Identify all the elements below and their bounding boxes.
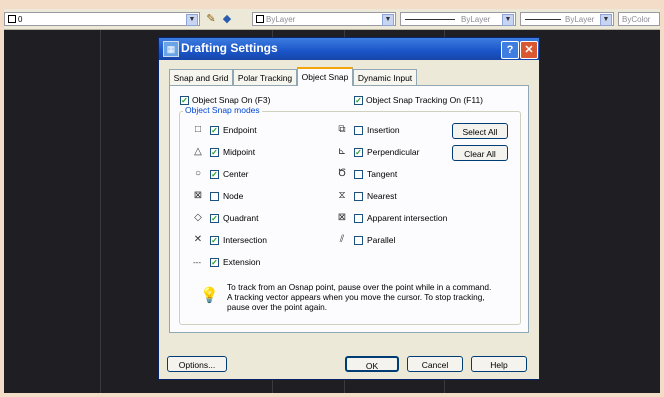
grid-line	[100, 30, 101, 393]
chevron-down-icon[interactable]: ▼	[502, 14, 514, 26]
ok-button[interactable]: OK	[345, 356, 399, 372]
tangent-label: Tangent	[367, 169, 398, 179]
apparent-intersection-label: Apparent intersection	[367, 213, 448, 223]
help-button[interactable]: Help	[471, 356, 527, 372]
tab-dynamic-input[interactable]: Dynamic Input	[353, 69, 417, 85]
node-symbol-icon: ⊠	[193, 190, 203, 201]
intersection-label: Intersection	[223, 235, 267, 245]
layer-combo[interactable]: 0 ▼	[4, 12, 200, 26]
options-button[interactable]: Options...	[167, 356, 227, 372]
endpoint-label: Endpoint	[223, 125, 257, 135]
linetype-sample	[405, 19, 455, 20]
otrack-on-checkbox[interactable]: ✓	[354, 96, 363, 105]
nearest-checkbox[interactable]	[354, 192, 363, 201]
group-title: Object Snap modes	[183, 105, 262, 115]
quadrant-label: Quadrant	[223, 213, 259, 223]
parallel-label: Parallel	[367, 235, 396, 245]
parallel-checkbox[interactable]	[354, 236, 363, 245]
color-swatch-icon	[256, 15, 264, 23]
layer-swatch-icon	[8, 15, 16, 23]
nearest-symbol-icon: ⧖	[338, 190, 346, 201]
center-checkbox[interactable]: ✓	[210, 170, 219, 179]
dialog-titlebar[interactable]: ▦ Drafting Settings ? ✕	[159, 38, 539, 60]
otrack-on-label: Object Snap Tracking On (F11)	[366, 95, 484, 105]
color-combo[interactable]: ByLayer ▼	[252, 12, 396, 26]
parallel-symbol-icon: ⫽	[339, 234, 345, 245]
extension-label: Extension	[223, 257, 261, 267]
perpendicular-label: Perpendicular	[367, 147, 420, 157]
make-current-layer-icon[interactable]: ✎	[204, 12, 218, 26]
insertion-symbol-icon: ⧉	[338, 124, 346, 135]
extension-checkbox[interactable]: ✓	[210, 258, 219, 267]
perpendicular-checkbox[interactable]: ✓	[354, 148, 363, 157]
endpoint-checkbox[interactable]: ✓	[210, 126, 219, 135]
app-icon: ▦	[163, 41, 179, 57]
osnap-on-checkbox[interactable]: ✓	[180, 96, 189, 105]
tab-object-snap[interactable]: Object Snap	[297, 67, 353, 86]
tracking-hint: To track from an Osnap point, pause over…	[227, 282, 492, 312]
properties-toolbar: 0 ▼ ✎ ◆ ByLayer ▼ ByLayer ▼ ByLayer ▼ By…	[4, 9, 660, 30]
color-value: ByLayer	[266, 15, 296, 24]
linetype-combo[interactable]: ByLayer ▼	[400, 12, 516, 26]
midpoint-checkbox[interactable]: ✓	[210, 148, 219, 157]
intersection-symbol-icon: ✕	[193, 234, 203, 245]
tangent-checkbox[interactable]	[354, 170, 363, 179]
dialog-title: Drafting Settings	[181, 41, 278, 55]
cancel-button[interactable]: Cancel	[407, 356, 463, 372]
midpoint-symbol-icon: △	[194, 146, 202, 157]
center-label: Center	[223, 169, 249, 179]
insertion-checkbox[interactable]	[354, 126, 363, 135]
chevron-down-icon[interactable]: ▼	[382, 14, 394, 26]
osnap-on-label: Object Snap On (F3)	[192, 95, 271, 105]
lineweight-sample	[525, 19, 561, 20]
linetype-value: ByLayer	[461, 15, 491, 24]
nearest-label: Nearest	[367, 191, 397, 201]
plotstyle-combo[interactable]: ByColor	[618, 12, 660, 26]
tab-snap-and-grid[interactable]: Snap and Grid	[169, 69, 233, 85]
node-checkbox[interactable]	[210, 192, 219, 201]
quadrant-symbol-icon: ◇	[194, 212, 202, 223]
chevron-down-icon[interactable]: ▼	[186, 14, 198, 26]
quadrant-checkbox[interactable]: ✓	[210, 214, 219, 223]
midpoint-label: Midpoint	[223, 147, 256, 157]
endpoint-symbol-icon: □	[194, 124, 202, 135]
intersection-checkbox[interactable]: ✓	[210, 236, 219, 245]
close-button[interactable]: ✕	[520, 41, 538, 59]
layer-value: 0	[18, 15, 23, 24]
tangent-symbol-icon: Ծ	[337, 168, 347, 179]
apparent-intersection-symbol-icon: ⊠	[337, 212, 347, 223]
plotstyle-value: ByColor	[622, 15, 651, 24]
drafting-settings-dialog: ▦ Drafting Settings ? ✕ Snap and Grid Po…	[158, 37, 540, 380]
object-snap-panel: ✓ Object Snap On (F3) ✓ Object Snap Trac…	[169, 85, 529, 333]
help-title-button[interactable]: ?	[501, 41, 519, 59]
insertion-label: Insertion	[367, 125, 400, 135]
extension-symbol-icon: ---	[193, 258, 201, 267]
tab-polar-tracking[interactable]: Polar Tracking	[233, 69, 297, 85]
layer-previous-icon[interactable]: ◆	[220, 12, 234, 26]
chevron-down-icon[interactable]: ▼	[600, 14, 612, 26]
lightbulb-icon: 💡	[200, 287, 219, 304]
lineweight-combo[interactable]: ByLayer ▼	[520, 12, 614, 26]
lineweight-value: ByLayer	[565, 15, 595, 24]
apparent-intersection-checkbox[interactable]	[354, 214, 363, 223]
node-label: Node	[223, 191, 244, 201]
clear-all-button[interactable]: Clear All	[452, 145, 508, 161]
select-all-button[interactable]: Select All	[452, 123, 508, 139]
center-symbol-icon: ○	[194, 168, 202, 179]
perpendicular-symbol-icon: ⊾	[337, 146, 347, 157]
